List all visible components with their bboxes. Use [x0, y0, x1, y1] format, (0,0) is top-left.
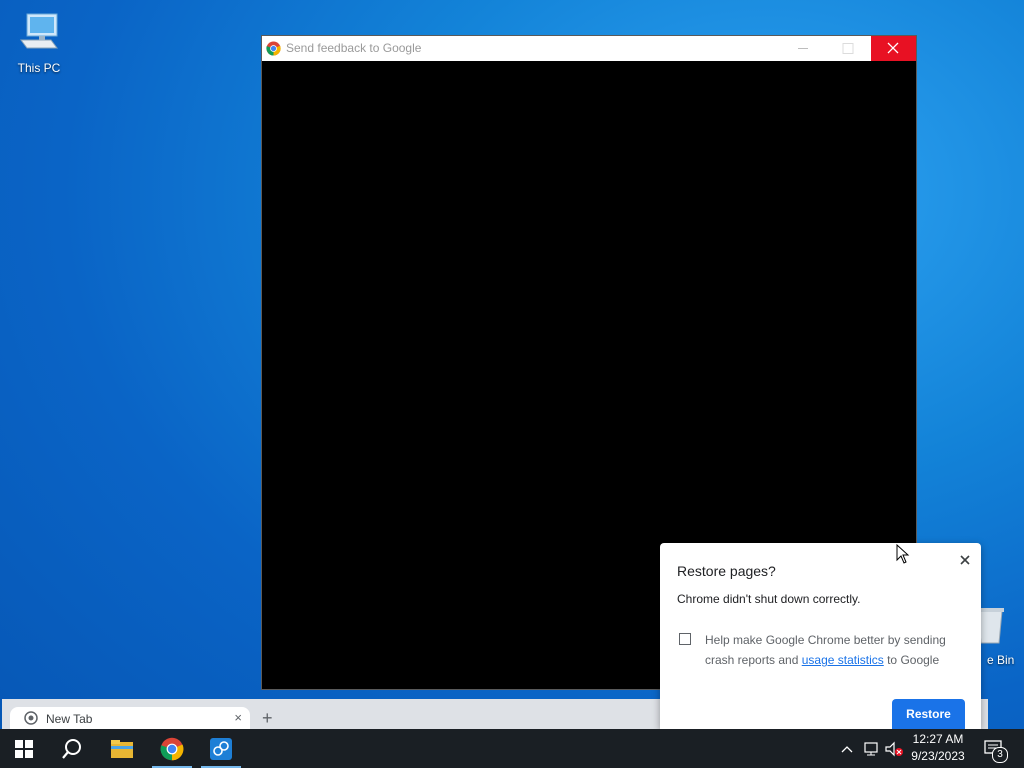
maximize-icon	[842, 43, 854, 54]
desktop-icon-label: e Bin	[987, 653, 1015, 667]
close-button[interactable]	[871, 36, 916, 61]
search-icon	[62, 738, 81, 759]
file-explorer-button[interactable]	[98, 729, 146, 768]
start-button[interactable]	[0, 729, 48, 768]
chrome-icon	[266, 41, 281, 61]
tab-label: New Tab	[46, 712, 93, 726]
show-hidden-icons-button[interactable]	[838, 729, 856, 768]
maximize-button[interactable]	[825, 36, 870, 61]
taskbar: 12:27 AM 9/23/2023 3	[0, 729, 1024, 768]
notifications-button[interactable]: 3	[978, 729, 1010, 768]
network-tray-button[interactable]	[860, 729, 882, 768]
file-explorer-icon	[111, 739, 133, 758]
network-icon	[864, 741, 878, 755]
chevron-up-icon	[841, 745, 853, 752]
network-app-icon	[210, 737, 232, 760]
dialog-close-button[interactable]	[956, 551, 974, 569]
network-app-button[interactable]	[197, 729, 245, 768]
minimize-icon	[798, 48, 808, 49]
window-title: Send feedback to Google	[286, 41, 422, 55]
search-button[interactable]	[48, 729, 96, 768]
help-text: Help make Google Chrome better by sendin…	[705, 630, 965, 670]
start-icon	[15, 739, 33, 758]
chrome-icon	[160, 737, 184, 760]
restore-pages-dialog: Restore pages? Chrome didn't shut down c…	[660, 543, 981, 729]
chrome-tab-icon	[24, 711, 38, 730]
clock-date: 9/23/2023	[911, 749, 965, 763]
usage-statistics-link[interactable]: usage statistics	[802, 653, 884, 667]
clock[interactable]: 12:27 AM 9/23/2023	[904, 731, 972, 765]
chrome-taskbar-button[interactable]	[148, 729, 196, 768]
dialog-message: Chrome didn't shut down correctly.	[677, 592, 861, 606]
desktop-icon-this-pc[interactable]: This PC	[4, 10, 74, 75]
dialog-title: Restore pages?	[677, 563, 776, 579]
mouse-cursor-icon	[896, 543, 910, 569]
computer-icon	[4, 10, 74, 57]
new-tab-button[interactable]: +	[262, 709, 273, 727]
tab-close-icon[interactable]: ×	[234, 710, 242, 725]
restore-button[interactable]: Restore	[892, 699, 965, 729]
volume-muted-icon	[885, 741, 903, 756]
help-text-after: to Google	[883, 653, 940, 667]
tab-new-tab[interactable]: New Tab ×	[10, 707, 250, 729]
clock-time: 12:27 AM	[912, 732, 964, 746]
feedback-titlebar[interactable]: Send feedback to Google	[262, 36, 916, 61]
desktop-icon-label: This PC	[17, 61, 61, 75]
minimize-button[interactable]	[780, 36, 825, 61]
volume-tray-button[interactable]	[883, 729, 905, 768]
close-icon	[960, 555, 970, 565]
close-icon	[887, 42, 899, 54]
usage-stats-checkbox[interactable]	[679, 633, 691, 645]
notification-count-badge: 3	[992, 747, 1008, 763]
